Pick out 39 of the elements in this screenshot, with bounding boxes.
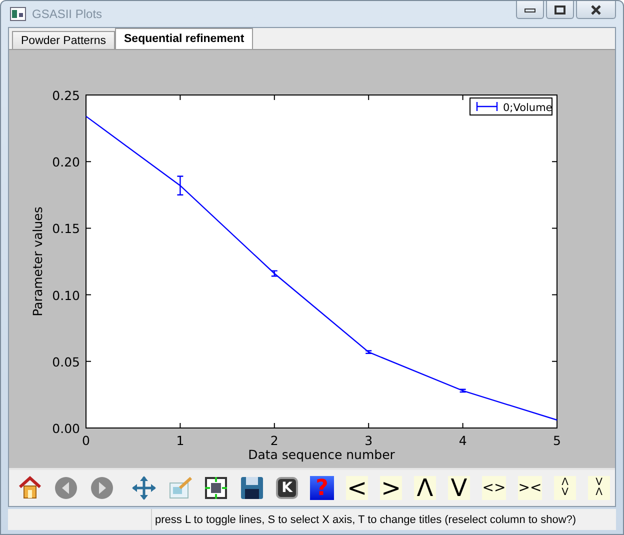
tick-label: 0.05 xyxy=(52,354,80,370)
minimize-button[interactable] xyxy=(516,1,544,19)
maximize-icon xyxy=(554,4,566,14)
tick-label: 5 xyxy=(553,433,561,448)
minimize-icon xyxy=(524,6,536,12)
toolbar-button[interactable]: V Λ xyxy=(588,476,610,500)
close-icon xyxy=(590,4,602,14)
tick-label: 4 xyxy=(458,433,467,448)
error-bar xyxy=(459,389,466,393)
tick-label: 0.15 xyxy=(52,222,80,236)
toolbar-button[interactable]: Λ V xyxy=(554,476,576,500)
tick-label: 0.20 xyxy=(52,154,80,170)
tick-label: 3 xyxy=(364,433,373,448)
tick-label: 2 xyxy=(270,433,278,448)
tick-label: 1 xyxy=(176,433,184,448)
tick-label: 0.00 xyxy=(52,421,80,436)
x-axis-label: Data sequence number xyxy=(248,447,395,462)
error-bar xyxy=(176,176,184,196)
tick-label: 0 xyxy=(82,433,90,448)
toolbar-button[interactable]: < xyxy=(346,476,368,500)
tick-label: 0.25 xyxy=(52,88,80,104)
y-axis-label: Parameter values xyxy=(30,206,45,317)
close-button[interactable] xyxy=(576,1,616,19)
tick-label: 0.10 xyxy=(52,288,80,304)
error-bar xyxy=(270,270,278,278)
toolbar-button[interactable]: > xyxy=(380,476,402,500)
error-bar xyxy=(365,350,372,354)
window-title: GSASII Plots xyxy=(32,7,104,22)
maximize-button[interactable] xyxy=(546,1,574,19)
app-icon xyxy=(10,7,26,22)
toolbar-button[interactable]: K xyxy=(276,477,298,500)
status-field: press L to toggle lines, S to select X axis, T to change titles (reselect column to show?) xyxy=(151,509,616,530)
toolbar-button[interactable]: <> xyxy=(482,476,506,500)
toolbar-button[interactable]: V xyxy=(448,476,470,500)
toolbar-button[interactable]: Λ xyxy=(414,476,436,500)
tab[interactable]: Sequential refinement xyxy=(115,28,254,50)
toolbar-button[interactable]: >< xyxy=(518,476,542,500)
tab[interactable]: Powder Patterns xyxy=(12,31,116,50)
legend-label: 0;Volume xyxy=(503,102,552,114)
